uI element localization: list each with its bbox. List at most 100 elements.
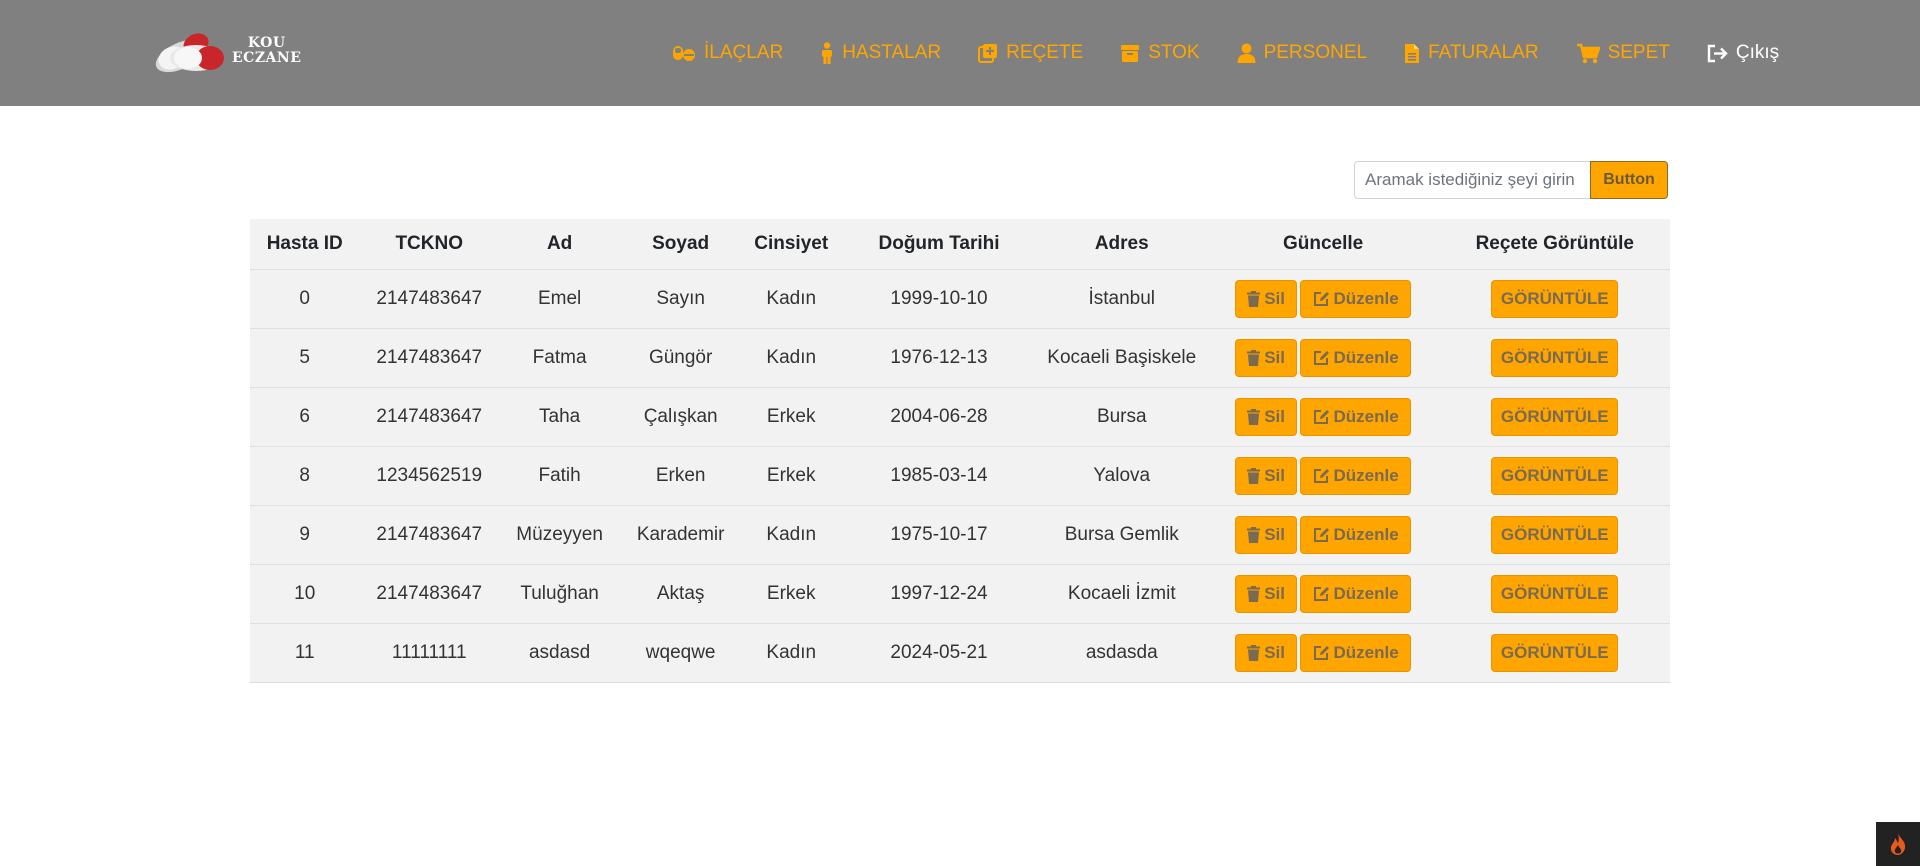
- table-cell: 6: [250, 387, 360, 447]
- view-prescription-button[interactable]: GÖRÜNTÜLE: [1491, 574, 1619, 613]
- table-cell: 2147483647: [359, 269, 500, 329]
- table-cell: 1975-10-17: [841, 505, 1037, 565]
- edit-button[interactable]: Düzenle: [1300, 456, 1412, 495]
- table-cell: 1999-10-10: [841, 269, 1037, 329]
- trash-icon: [1247, 349, 1261, 366]
- trash-icon: [1247, 290, 1261, 307]
- edit-button[interactable]: Düzenle: [1300, 279, 1412, 318]
- view-prescription-button[interactable]: GÖRÜNTÜLE: [1491, 338, 1619, 377]
- table-cell: 8: [250, 446, 360, 506]
- table-cell: Güngör: [620, 328, 742, 388]
- table-cell: wqeqwe: [620, 623, 742, 683]
- delete-button[interactable]: Sil: [1235, 456, 1298, 495]
- nav-label: SEPET: [1607, 42, 1670, 63]
- table-cell: Çalışkan: [620, 387, 742, 447]
- view-prescription-cell: GÖRÜNTÜLE: [1439, 446, 1670, 506]
- table-cell: 2024-05-21: [841, 623, 1037, 683]
- edit-button[interactable]: Düzenle: [1300, 515, 1412, 554]
- cart-icon: [1576, 43, 1600, 63]
- table-cell: asdasda: [1036, 623, 1207, 683]
- table-cell: 1234562519: [359, 446, 500, 506]
- view-prescription-cell: GÖRÜNTÜLE: [1439, 564, 1670, 624]
- view-prescription-button[interactable]: GÖRÜNTÜLE: [1491, 279, 1619, 318]
- delete-button[interactable]: Sil: [1235, 574, 1298, 613]
- nav-item-ilaclar[interactable]: İLAÇLAR: [672, 42, 783, 64]
- view-prescription-cell: GÖRÜNTÜLE: [1439, 269, 1670, 329]
- nav-label: REÇETE: [1006, 42, 1084, 63]
- delete-button[interactable]: Sil: [1235, 515, 1298, 554]
- view-prescription-button[interactable]: GÖRÜNTÜLE: [1491, 515, 1619, 554]
- edit-label: Düzenle: [1333, 347, 1399, 367]
- edit-button[interactable]: Düzenle: [1300, 574, 1412, 613]
- table-cell: 1985-03-14: [841, 446, 1037, 506]
- update-cell: Sil Düzenle: [1206, 387, 1440, 447]
- edit-icon: [1313, 409, 1329, 424]
- view-prescription-button[interactable]: GÖRÜNTÜLE: [1491, 456, 1619, 495]
- edit-button[interactable]: Düzenle: [1300, 397, 1412, 436]
- edit-icon: [1313, 468, 1329, 483]
- box-icon: [1121, 44, 1140, 62]
- view-prescription-button[interactable]: GÖRÜNTÜLE: [1491, 633, 1619, 672]
- table-row: 8 1234562519 Fatih Erken Erkek 1985-03-14 Yalo…: [250, 446, 1670, 506]
- edit-label: Düzenle: [1333, 406, 1399, 426]
- trash-icon: [1247, 526, 1261, 543]
- table-row: 6 2147483647 Taha Çalışkan Erkek 2004-06-28 Bu…: [250, 387, 1670, 447]
- nav-label: PERSONEL: [1263, 42, 1368, 63]
- edit-label: Düzenle: [1333, 524, 1399, 544]
- patients-table: Hasta ID TCKNO Ad Soyad Cinsiyet Doğum Tarihi…: [250, 219, 1670, 683]
- table-row: 5 2147483647 Fatma Güngör Kadın 1976-12-13 Koc…: [250, 328, 1670, 388]
- update-cell: Sil Düzenle: [1206, 623, 1440, 683]
- column-header: Doğum Tarihi: [841, 219, 1037, 270]
- table-cell: 11111111: [359, 623, 500, 683]
- delete-button[interactable]: Sil: [1235, 633, 1298, 672]
- logo[interactable]: KOU ECZANE: [148, 24, 318, 74]
- table-row: 11 11111111 asdasd wqeqwe Kadın 2024-05-21 asd…: [250, 623, 1670, 683]
- delete-label: Sil: [1264, 288, 1285, 308]
- table-cell: Erkek: [741, 387, 842, 447]
- nav-label: Çıkış: [1735, 42, 1780, 63]
- search-button[interactable]: Button: [1590, 161, 1668, 199]
- nav-item-hastalar[interactable]: HASTALAR: [820, 42, 941, 64]
- nav-item-personel[interactable]: PERSONEL: [1237, 42, 1367, 64]
- table-cell: Kadın: [741, 623, 842, 683]
- nav-item-recete[interactable]: REÇETE: [978, 42, 1083, 64]
- update-cell: Sil Düzenle: [1206, 505, 1440, 565]
- delete-button[interactable]: Sil: [1235, 279, 1298, 318]
- column-header: Reçete Görüntüle: [1439, 219, 1670, 270]
- delete-label: Sil: [1264, 347, 1285, 367]
- delete-button[interactable]: Sil: [1235, 338, 1298, 377]
- table-cell: 1997-12-24: [841, 564, 1037, 624]
- nav-item-logout[interactable]: Çıkış: [1707, 42, 1779, 64]
- table-cell: 2147483647: [359, 564, 500, 624]
- delete-button[interactable]: Sil: [1235, 397, 1298, 436]
- edit-icon: [1313, 350, 1329, 365]
- nav-item-faturalar[interactable]: FATURALAR: [1404, 42, 1539, 64]
- update-cell: Sil Düzenle: [1206, 564, 1440, 624]
- delete-label: Sil: [1264, 583, 1285, 603]
- view-prescription-button[interactable]: GÖRÜNTÜLE: [1491, 397, 1619, 436]
- nav-item-sepet[interactable]: SEPET: [1576, 42, 1670, 64]
- edit-icon: [1313, 291, 1329, 306]
- edit-button[interactable]: Düzenle: [1300, 633, 1412, 672]
- delete-label: Sil: [1264, 642, 1285, 662]
- navbar: KOU ECZANE İLAÇLAR HASTALAR REÇETE STOK …: [0, 0, 1920, 106]
- nav-label: HASTALAR: [842, 42, 942, 63]
- table-cell: 2004-06-28: [841, 387, 1037, 447]
- nav-item-stok[interactable]: STOK: [1120, 42, 1200, 64]
- edit-button[interactable]: Düzenle: [1300, 338, 1412, 377]
- trash-icon: [1247, 467, 1261, 484]
- debug-toolbar-toggle[interactable]: [1876, 822, 1920, 866]
- logo-line1: KOU: [247, 35, 286, 51]
- sign-out-icon: [1707, 44, 1728, 62]
- table-cell: 11: [250, 623, 360, 683]
- search-input[interactable]: [1354, 161, 1590, 199]
- column-header: Soyad: [620, 219, 742, 270]
- pill-logo-icon: [155, 33, 224, 73]
- table-cell: Bursa Gemlik: [1036, 505, 1207, 565]
- delete-label: Sil: [1264, 524, 1285, 544]
- trash-icon: [1247, 644, 1261, 661]
- view-prescription-cell: GÖRÜNTÜLE: [1439, 328, 1670, 388]
- edit-label: Düzenle: [1333, 288, 1399, 308]
- table-cell: Müzeyyen: [499, 505, 621, 565]
- table-cell: Kocaeli Başiskele: [1036, 328, 1207, 388]
